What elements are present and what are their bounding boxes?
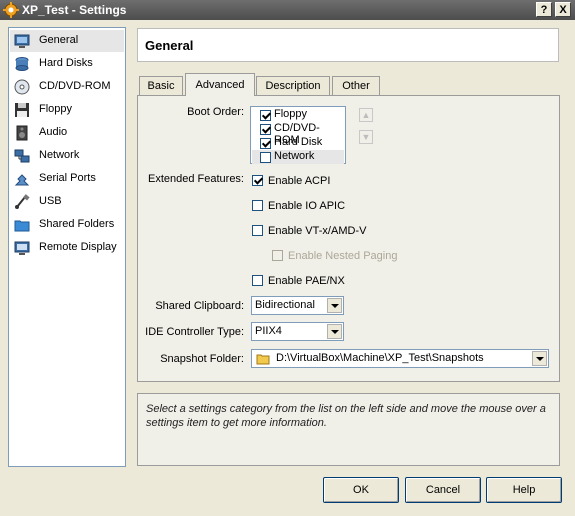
- enable-io-apic-label[interactable]: Enable IO APIC: [268, 200, 345, 212]
- sidebar-item-cd-dvd-rom[interactable]: CD/DVD-ROM: [10, 76, 124, 98]
- chevron-down-icon[interactable]: [327, 298, 342, 313]
- boot-order-label: Boot Order:: [187, 106, 244, 118]
- remote-display-icon: [14, 241, 30, 255]
- enable-pae-label[interactable]: Enable PAE/NX: [268, 275, 345, 287]
- title-bar[interactable]: XP_Test - Settings ? X: [0, 0, 575, 20]
- sidebar-item-serial-ports[interactable]: Serial Ports: [10, 168, 124, 190]
- boot-item-floppy[interactable]: Floppy: [252, 108, 344, 122]
- enable-vtx-checkbox[interactable]: [252, 225, 263, 236]
- enable-vtx-label[interactable]: Enable VT-x/AMD-V: [268, 225, 366, 237]
- boot-cd-checkbox[interactable]: [260, 124, 271, 135]
- enable-nested-paging-label[interactable]: Enable Nested Paging: [288, 250, 397, 262]
- sidebar-item-remote-display[interactable]: Remote Display: [10, 237, 124, 259]
- boot-floppy-checkbox[interactable]: [260, 110, 271, 121]
- enable-acpi-label[interactable]: Enable ACPI: [268, 175, 330, 187]
- snapshot-folder-label: Snapshot Folder:: [160, 353, 244, 365]
- hard-disk-icon: [15, 57, 29, 71]
- serial-port-icon: [14, 174, 30, 186]
- boot-network-checkbox[interactable]: [260, 152, 271, 163]
- monitor-icon: [14, 34, 30, 48]
- usb-icon: [15, 194, 30, 209]
- boot-order-list[interactable]: Floppy CD/DVD-ROM Hard Disk Network: [250, 106, 346, 164]
- move-down-button[interactable]: ▼: [359, 130, 373, 144]
- ok-button[interactable]: OK: [323, 477, 399, 503]
- enable-acpi-checkbox[interactable]: [252, 175, 263, 186]
- sidebar-item-general[interactable]: General: [10, 30, 124, 52]
- sidebar-item-label: USB: [39, 195, 62, 207]
- sidebar-item-label: Hard Disks: [39, 57, 93, 69]
- ide-controller-select[interactable]: PIIX4: [251, 322, 344, 341]
- snapshot-folder-value: D:\VirtualBox\Machine\XP_Test\Snapshots: [276, 352, 484, 364]
- enable-pae-checkbox[interactable]: [252, 275, 263, 286]
- move-up-button[interactable]: ▲: [359, 108, 373, 122]
- shared-clipboard-value: Bidirectional: [255, 299, 315, 311]
- chevron-down-icon[interactable]: [327, 324, 342, 339]
- network-icon: [14, 149, 30, 163]
- window-title: XP_Test - Settings: [22, 3, 127, 17]
- boot-item-cd-dvd-rom[interactable]: CD/DVD-ROM: [252, 122, 344, 146]
- sidebar-item-network[interactable]: Network: [10, 145, 124, 167]
- sidebar-item-label: Network: [39, 149, 80, 161]
- sidebar-item-hard-disks[interactable]: Hard Disks: [10, 53, 124, 75]
- chevron-down-icon[interactable]: [532, 351, 547, 366]
- help-title-button[interactable]: ?: [536, 2, 552, 17]
- sidebar-item-label: Shared Folders: [39, 218, 115, 230]
- sidebar-item-label: General: [39, 34, 79, 46]
- sidebar-item-floppy[interactable]: Floppy: [10, 99, 124, 121]
- settings-category-list[interactable]: General Hard Disks CD/DVD-ROM Floppy Aud…: [8, 27, 126, 467]
- tab-basic[interactable]: Basic: [139, 76, 183, 95]
- help-button[interactable]: Help: [486, 477, 562, 503]
- cancel-button[interactable]: Cancel: [405, 477, 481, 503]
- virtualbox-gear-icon: [3, 2, 19, 18]
- extended-features-label: Extended Features:: [147, 173, 244, 185]
- sidebar-item-label: Serial Ports: [39, 172, 96, 184]
- folder-icon: [256, 354, 270, 365]
- page-header: General: [137, 28, 559, 62]
- enable-io-apic-checkbox[interactable]: [252, 200, 263, 211]
- cd-icon: [14, 79, 30, 95]
- boot-hard-disk-checkbox[interactable]: [260, 138, 271, 149]
- sidebar-item-usb[interactable]: USB: [10, 191, 124, 213]
- tab-description[interactable]: Description: [256, 76, 330, 95]
- page-title: General: [145, 38, 194, 53]
- sidebar-item-audio[interactable]: Audio: [10, 122, 124, 144]
- snapshot-folder-select[interactable]: D:\VirtualBox\Machine\XP_Test\Snapshots: [251, 349, 549, 368]
- advanced-tab-panel: [137, 95, 560, 382]
- boot-item-hard-disk[interactable]: Hard Disk: [252, 136, 344, 150]
- sidebar-item-label: CD/DVD-ROM: [39, 80, 111, 92]
- shared-clipboard-label: Shared Clipboard:: [155, 300, 244, 312]
- enable-nested-paging-checkbox[interactable]: [272, 250, 283, 261]
- ide-controller-value: PIIX4: [255, 325, 282, 337]
- sidebar-item-label: Audio: [39, 126, 68, 138]
- close-button[interactable]: X: [555, 2, 571, 17]
- boot-item-network[interactable]: Network: [252, 150, 344, 164]
- sidebar-item-label: Remote Display: [39, 241, 117, 253]
- shared-clipboard-select[interactable]: Bidirectional: [251, 296, 344, 315]
- tab-other[interactable]: Other: [332, 76, 380, 95]
- info-text: Select a settings category from the list…: [146, 403, 546, 429]
- sidebar-item-shared-folders[interactable]: Shared Folders: [10, 214, 124, 236]
- info-box: Select a settings category from the list…: [137, 393, 560, 466]
- tab-advanced[interactable]: Advanced: [185, 73, 255, 96]
- ide-controller-label: IDE Controller Type:: [145, 326, 244, 338]
- speaker-icon: [16, 125, 28, 141]
- boot-item-label: Network: [274, 150, 315, 162]
- boot-item-label: Floppy: [274, 108, 308, 120]
- floppy-icon: [15, 103, 29, 117]
- boot-item-label: Hard Disk: [274, 136, 323, 148]
- folder-icon: [14, 220, 30, 232]
- sidebar-item-label: Floppy: [39, 103, 73, 115]
